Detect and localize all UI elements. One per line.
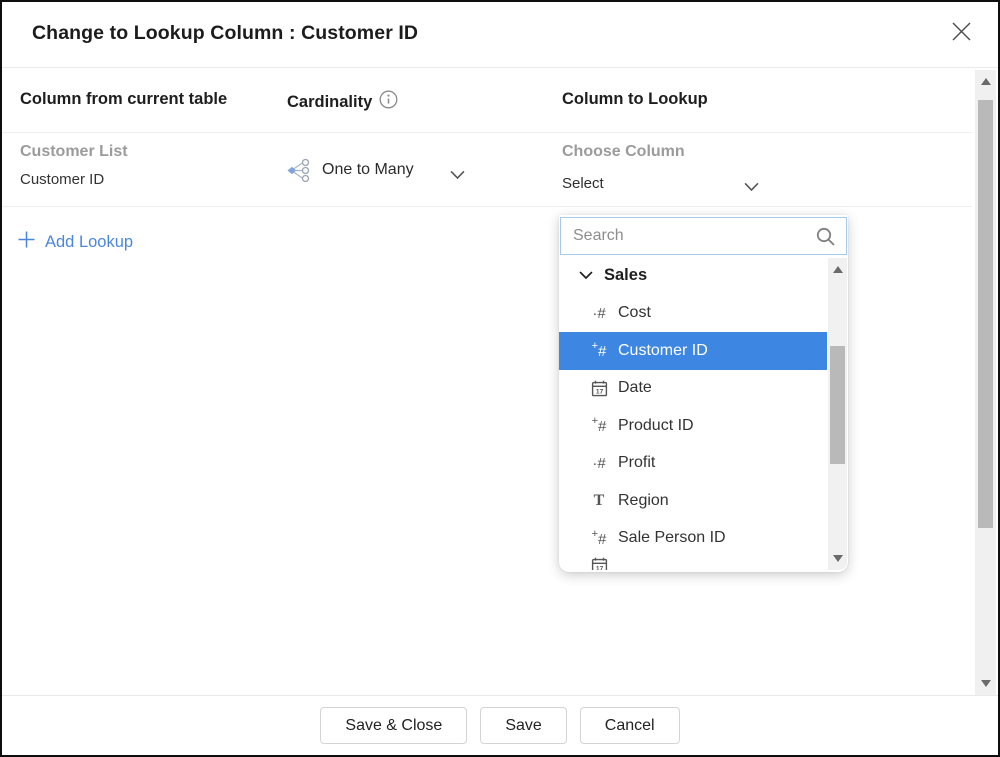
chevron-down-icon [579,271,593,280]
text-icon: T [587,492,611,510]
search-box [560,217,847,255]
modal-scrollbar[interactable] [975,70,996,695]
column-select-dropdown[interactable]: Select [562,175,604,192]
decimal-number-icon: ·# [587,455,611,472]
svg-text:17: 17 [595,565,603,570]
column-option-label: Date [618,379,652,397]
header-cardinality: Cardinality [287,90,398,114]
add-lookup-label: Add Lookup [45,233,133,252]
decimal-number-icon: ·# [587,305,611,322]
columns-header-row: Column from current table Cardinality Co… [2,68,972,133]
column-option-profit[interactable]: ·# Profit [559,445,848,483]
header-current-table: Column from current table [20,90,227,109]
column-option-label: Region [618,492,669,510]
current-table-name: Customer List [20,143,128,161]
scroll-up-icon[interactable] [981,78,991,85]
add-lookup-button[interactable]: Add Lookup [17,230,133,254]
scroll-down-icon[interactable] [981,680,991,687]
date-icon: 17 [587,380,611,397]
positive-number-icon: +# [587,529,611,548]
header-cardinality-label: Cardinality [287,93,372,112]
group-sales[interactable]: Sales [559,257,848,295]
search-icon [815,226,836,247]
choose-column-label: Choose Column [562,143,685,161]
column-option-product-id[interactable]: +# Product ID [559,407,848,445]
search-input[interactable] [561,227,815,245]
dropdown-scrollbar-thumb[interactable] [830,346,845,464]
change-to-lookup-modal: Change to Lookup Column : Customer ID Co… [0,0,1000,757]
column-option-label: Cost [618,304,651,322]
column-option-label: Sale Person ID [618,529,726,547]
column-option-date[interactable]: 17 Date [559,370,848,408]
plus-icon [17,230,36,254]
scroll-up-icon[interactable] [833,266,843,273]
save-and-close-button[interactable]: Save & Close [320,707,467,744]
column-options: ·# Cost +# Customer ID 17 Date +# Product ID ·# P… [559,295,848,571]
column-option-label: Profit [618,454,655,472]
column-picker-dropdown: Sales ·# Cost +# Customer ID 17 Date +# Product… [559,215,848,572]
close-icon [948,18,975,50]
dropdown-scrollbar[interactable] [828,258,847,570]
modal-footer: Save & Close Save Cancel [2,695,998,755]
column-option-sale-person-id[interactable]: +# Sale Person ID [559,520,848,558]
group-label: Sales [604,266,647,285]
positive-number-icon: +# [587,416,611,435]
column-option-region[interactable]: T Region [559,482,848,520]
scroll-down-icon[interactable] [833,555,843,562]
positive-number-icon: +# [587,341,611,360]
info-icon[interactable] [379,90,398,114]
cancel-button[interactable]: Cancel [580,707,680,744]
svg-text:17: 17 [595,388,603,395]
column-option-label: Customer ID [618,342,708,360]
cardinality-dropdown[interactable]: One to Many [322,161,414,179]
header-column-to-lookup: Column to Lookup [562,90,708,109]
lookup-mapping-row: Customer List Customer ID One to Many Ch… [2,133,972,207]
column-option-customer-id[interactable]: +# Customer ID [559,332,827,370]
chevron-down-icon[interactable] [450,167,465,185]
modal-scrollbar-thumb[interactable] [978,100,993,528]
close-button[interactable] [946,19,976,49]
modal-header: Change to Lookup Column : Customer ID [2,2,998,68]
column-option-cost[interactable]: ·# Cost [559,295,848,333]
column-list: Sales ·# Cost +# Customer ID 17 Date +# Product… [559,257,848,572]
save-button[interactable]: Save [480,707,566,744]
modal-title: Change to Lookup Column : Customer ID [32,22,418,45]
chevron-down-icon[interactable] [744,179,759,197]
column-option-label: Product ID [618,417,694,435]
column-option-partial[interactable]: 17 [559,557,848,570]
date-icon: 17 [587,557,611,570]
one-to-many-icon [285,157,312,189]
current-column-name: Customer ID [20,171,104,188]
